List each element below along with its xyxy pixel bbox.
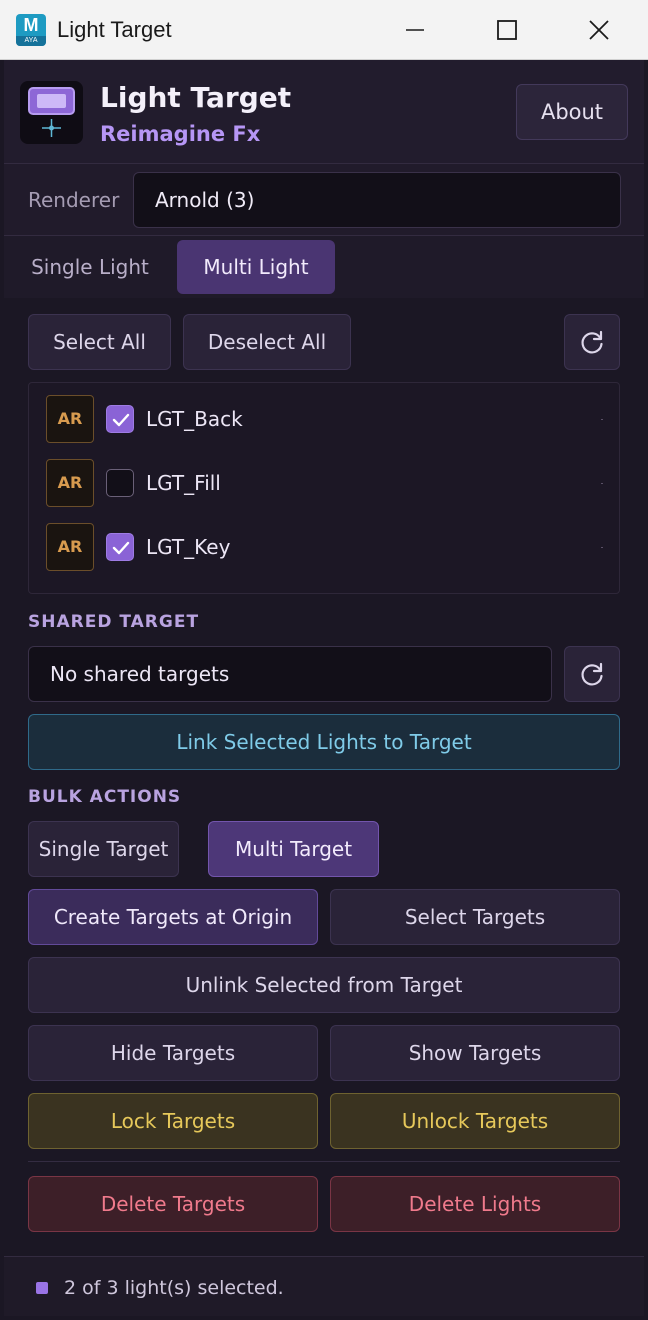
unlock-targets-button[interactable]: Unlock Targets: [330, 1093, 620, 1149]
arnold-badge: AR: [46, 395, 94, 443]
status-bar: 2 of 3 light(s) selected.: [4, 1256, 644, 1316]
renderer-label: Renderer: [28, 188, 120, 212]
crosshair-icon: [42, 119, 61, 137]
minimize-icon: [406, 29, 424, 31]
tab-multi-target[interactable]: Multi Target: [208, 821, 379, 877]
light-checkbox[interactable]: [106, 533, 134, 561]
maximize-button[interactable]: [484, 10, 530, 50]
delete-lights-button[interactable]: Delete Lights: [330, 1176, 620, 1232]
tab-single-light[interactable]: Single Light: [18, 240, 162, 294]
delete-targets-button[interactable]: Delete Targets: [28, 1176, 318, 1232]
light-row[interactable]: AR LGT_Fill: [29, 447, 619, 511]
window-title-bar: M AYA Light Target: [0, 0, 648, 60]
renderer-row: Renderer Arnold (3): [4, 164, 644, 236]
light-checkbox[interactable]: [106, 469, 134, 497]
minimize-button[interactable]: [392, 10, 438, 50]
light-row[interactable]: AR LGT_Key: [29, 511, 619, 575]
maya-app-icon: M AYA: [16, 14, 46, 46]
shared-target-field[interactable]: No shared targets: [28, 646, 552, 702]
maximize-icon: [497, 20, 517, 40]
light-target-logo: [20, 81, 83, 144]
close-icon: [589, 20, 609, 40]
refresh-icon: [581, 330, 603, 354]
arnold-badge: AR: [46, 459, 94, 507]
link-lights-to-target-button[interactable]: Link Selected Lights to Target: [28, 714, 620, 770]
deselect-all-button[interactable]: Deselect All: [183, 314, 351, 370]
tool-header: Light Target Reimagine Fx About: [4, 60, 644, 164]
light-list: AR LGT_Back AR LGT_Fill AR LGT_Key: [28, 382, 620, 594]
light-row[interactable]: AR LGT_Back: [29, 383, 619, 447]
app-subtitle: Reimagine Fx: [100, 122, 261, 146]
light-mode-tabs: Single Light Multi Light: [4, 236, 644, 298]
status-text: 2 of 3 light(s) selected.: [64, 1277, 284, 1299]
checkmark-icon: [112, 413, 130, 427]
window-title: Light Target: [57, 17, 172, 42]
divider: [28, 1161, 620, 1162]
show-targets-button[interactable]: Show Targets: [330, 1025, 620, 1081]
renderer-dropdown[interactable]: Arnold (3): [133, 172, 621, 228]
unlink-selected-button[interactable]: Unlink Selected from Target: [28, 957, 620, 1013]
select-all-button[interactable]: Select All: [28, 314, 171, 370]
light-name: LGT_Fill: [146, 471, 221, 495]
light-name: LGT_Key: [146, 535, 231, 559]
tool-window-body: Light Target Reimagine Fx About Renderer…: [4, 60, 644, 1316]
hide-targets-button[interactable]: Hide Targets: [28, 1025, 318, 1081]
arnold-badge: AR: [46, 523, 94, 571]
checkmark-icon: [112, 541, 130, 555]
status-indicator-icon: [36, 1282, 48, 1294]
about-button[interactable]: About: [516, 84, 628, 140]
refresh-targets-button[interactable]: [564, 646, 620, 702]
create-targets-button[interactable]: Create Targets at Origin: [28, 889, 318, 945]
close-button[interactable]: [576, 10, 622, 50]
app-name: Light Target: [100, 81, 292, 114]
bulk-actions-heading: BULK ACTIONS: [28, 787, 182, 807]
refresh-icon: [581, 662, 603, 686]
light-name: LGT_Back: [146, 407, 243, 431]
lock-targets-button[interactable]: Lock Targets: [28, 1093, 318, 1149]
shared-target-heading: SHARED TARGET: [28, 612, 200, 632]
light-checkbox[interactable]: [106, 405, 134, 433]
select-targets-button[interactable]: Select Targets: [330, 889, 620, 945]
tab-single-target[interactable]: Single Target: [28, 821, 179, 877]
tab-multi-light[interactable]: Multi Light: [177, 240, 335, 294]
refresh-lights-button[interactable]: [564, 314, 620, 370]
